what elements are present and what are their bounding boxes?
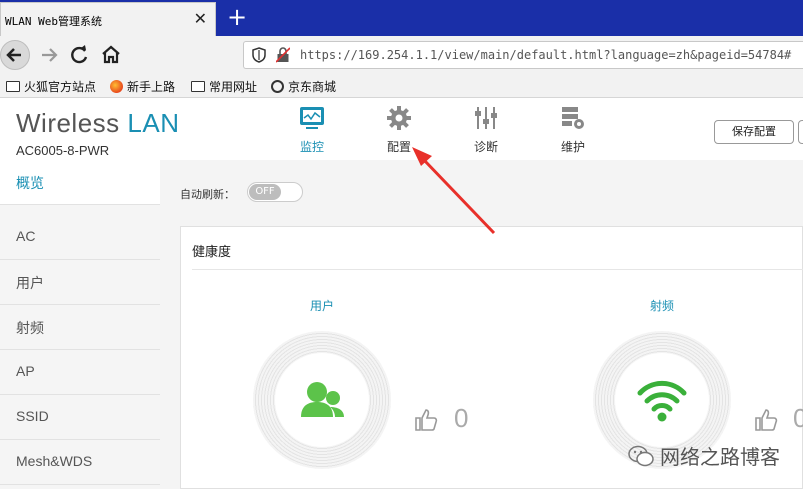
device-model: AC6005-8-PWR bbox=[16, 143, 110, 158]
brand-lan: LAN bbox=[127, 108, 180, 138]
forward-button[interactable] bbox=[36, 42, 62, 68]
arrow-right-icon bbox=[42, 48, 58, 62]
main-content: 自动刷新： OFF 健康度 用户 0 射频 0 bbox=[160, 160, 803, 489]
folder-icon bbox=[6, 81, 20, 92]
browser-navbar: https://169.254.1.1/view/main/default.ht… bbox=[0, 36, 803, 74]
gauge-title: 射频 bbox=[649, 299, 674, 313]
sidebar-item-ap[interactable]: AP bbox=[0, 350, 160, 395]
sidebar-item-mesh-wds[interactable]: Mesh&WDS bbox=[0, 440, 160, 485]
nav-label: 监控 bbox=[299, 140, 324, 154]
sidebar: 概览 AC 用户 射频 AP SSID Mesh&WDS bbox=[0, 160, 160, 489]
save-config-button[interactable]: 保存配置 bbox=[714, 120, 794, 144]
sidebar-item-radio[interactable]: 射频 bbox=[0, 305, 160, 350]
arrow-left-icon bbox=[6, 48, 21, 62]
monitor-icon bbox=[300, 107, 324, 129]
server-gear-icon bbox=[562, 107, 584, 129]
browser-tabstrip: WLAN Web管理系统 ✕ + bbox=[0, 0, 803, 36]
sidebar-item-label: 射频 bbox=[16, 320, 44, 336]
sidebar-item-label: 用户 bbox=[16, 275, 44, 291]
sidebar-item-users[interactable]: 用户 bbox=[0, 260, 160, 305]
gauge-title: 用户 bbox=[309, 299, 334, 313]
url-bar[interactable]: https://169.254.1.1/view/main/default.ht… bbox=[243, 41, 803, 69]
tab-title: WLAN Web管理系统 bbox=[5, 15, 102, 28]
watermark-text: 网络之路博客 bbox=[660, 445, 780, 469]
home-button[interactable] bbox=[98, 42, 124, 68]
bookmark-label: 常用网址 bbox=[209, 80, 258, 94]
nav-monitor[interactable]: 监控 bbox=[282, 104, 342, 155]
back-button[interactable] bbox=[0, 40, 30, 70]
globe-icon bbox=[271, 80, 284, 93]
nav-maintain[interactable]: 维护 bbox=[543, 104, 603, 155]
new-tab-button[interactable]: + bbox=[226, 4, 248, 30]
browser-tab[interactable]: WLAN Web管理系统 ✕ bbox=[0, 2, 216, 36]
sidebar-item-ssid[interactable]: SSID bbox=[0, 395, 160, 440]
app-header: Wireless LAN AC6005-8-PWR 监控 配置 诊断 维护 保存… bbox=[0, 98, 803, 160]
sidebar-item-label: Mesh&WDS bbox=[16, 453, 93, 469]
wechat-icon bbox=[628, 445, 654, 466]
bookmark-label: 火狐官方站点 bbox=[24, 80, 97, 94]
url-text[interactable]: https://169.254.1.1/view/main/default.ht… bbox=[300, 48, 791, 62]
panel-title: 健康度 bbox=[192, 245, 232, 260]
nav-config[interactable]: 配置 bbox=[369, 104, 429, 155]
users-count: 0 bbox=[454, 403, 469, 433]
sidebar-item-ac[interactable]: AC bbox=[0, 215, 160, 260]
thumbs-up-icon[interactable] bbox=[754, 408, 778, 432]
watermark: 网络之路博客 bbox=[628, 441, 780, 470]
bookmark-item[interactable]: 新手上路 bbox=[110, 78, 175, 95]
bookmark-item[interactable]: 火狐官方站点 bbox=[6, 78, 96, 95]
brand-logo: Wireless LAN bbox=[16, 108, 179, 139]
sidebar-item-overview[interactable]: 概览 bbox=[0, 160, 160, 205]
nav-diagnose[interactable]: 诊断 bbox=[456, 104, 516, 155]
divider bbox=[192, 269, 803, 270]
auto-refresh-toggle[interactable]: OFF bbox=[247, 182, 303, 202]
auto-refresh-label: 自动刷新： bbox=[180, 188, 235, 201]
sidebar-item-label: 概览 bbox=[16, 175, 44, 191]
folder-icon bbox=[191, 81, 205, 92]
bookmarks-bar: 火狐官方站点 新手上路 常用网址 京东商城 bbox=[0, 74, 803, 98]
sidebar-item-label: AC bbox=[16, 228, 36, 244]
bookmark-item[interactable]: 京东商城 bbox=[271, 78, 336, 95]
users-icon bbox=[301, 382, 344, 417]
brand-wireless: Wireless bbox=[16, 108, 120, 138]
reload-icon bbox=[71, 45, 88, 64]
bookmark-label: 新手上路 bbox=[127, 80, 176, 94]
wifi-icon bbox=[637, 380, 687, 422]
gauge-center bbox=[615, 353, 709, 447]
nav-label: 配置 bbox=[386, 140, 411, 154]
nav-label: 诊断 bbox=[473, 140, 498, 154]
sliders-icon bbox=[475, 107, 497, 129]
firefox-icon bbox=[110, 80, 123, 93]
shield-icon[interactable] bbox=[252, 47, 266, 63]
thumbs-up-icon[interactable] bbox=[414, 408, 438, 432]
toggle-state: OFF bbox=[249, 184, 281, 200]
nav-label: 维护 bbox=[560, 140, 585, 154]
gear-icon bbox=[387, 106, 411, 130]
users-gauge[interactable] bbox=[253, 331, 391, 469]
bookmark-item[interactable]: 常用网址 bbox=[191, 78, 257, 95]
sidebar-item-label: SSID bbox=[16, 408, 49, 424]
home-icon bbox=[102, 45, 120, 64]
insecure-lock-icon[interactable] bbox=[276, 47, 290, 63]
header-secondary-button[interactable] bbox=[798, 120, 803, 144]
bookmark-label: 京东商城 bbox=[288, 80, 337, 94]
reload-button[interactable] bbox=[66, 42, 92, 68]
close-tab-icon[interactable]: ✕ bbox=[194, 9, 207, 28]
gauge-center bbox=[275, 353, 369, 447]
sidebar-item-label: AP bbox=[16, 363, 35, 379]
radio-count: 0 bbox=[793, 403, 803, 433]
